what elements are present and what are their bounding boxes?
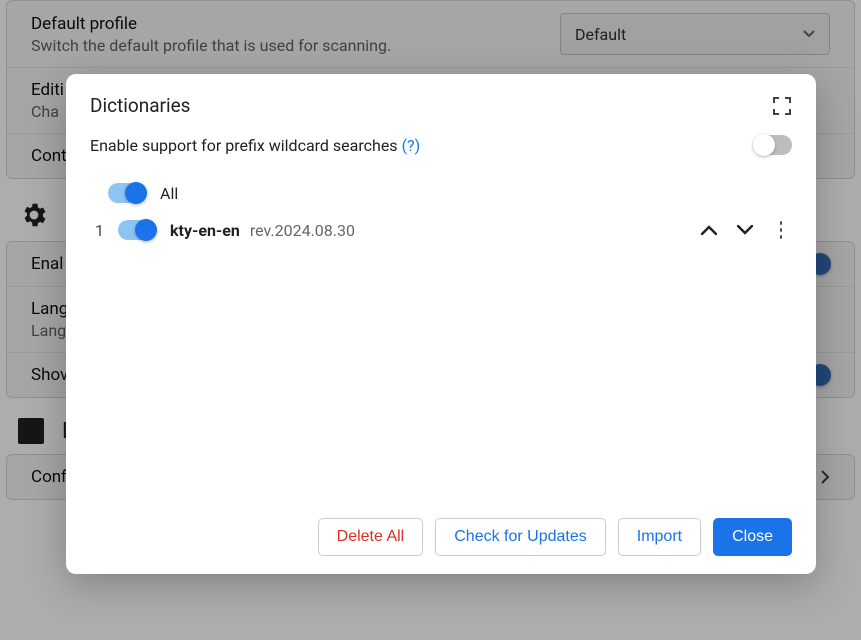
delete-all-button[interactable]: Delete All [318, 518, 424, 556]
dict-row: 1 kty-en-en rev.2024.08.30 [92, 211, 792, 249]
all-toggle[interactable] [108, 183, 146, 203]
dict-index: 1 [92, 221, 104, 240]
move-down-button[interactable] [734, 219, 756, 241]
prefix-wildcard-toggle[interactable] [754, 135, 792, 155]
import-button[interactable]: Import [618, 518, 701, 556]
dict-menu-button[interactable] [770, 219, 792, 241]
dict-rev: rev.2024.08.30 [250, 221, 355, 240]
expand-icon[interactable] [772, 96, 792, 116]
all-label: All [160, 184, 178, 203]
dictionaries-modal: Dictionaries Enable support for prefix w… [66, 74, 816, 574]
dict-name: kty-en-en [170, 221, 240, 240]
kebab-icon [780, 228, 782, 232]
move-up-button[interactable] [698, 219, 720, 241]
modal-title: Dictionaries [90, 94, 772, 117]
check-updates-button[interactable]: Check for Updates [435, 518, 606, 556]
close-button[interactable]: Close [713, 518, 792, 556]
prefix-wildcard-label: Enable support for prefix wildcard searc… [90, 136, 398, 155]
dict-toggle[interactable] [118, 220, 156, 240]
help-link[interactable]: (?) [402, 136, 421, 155]
